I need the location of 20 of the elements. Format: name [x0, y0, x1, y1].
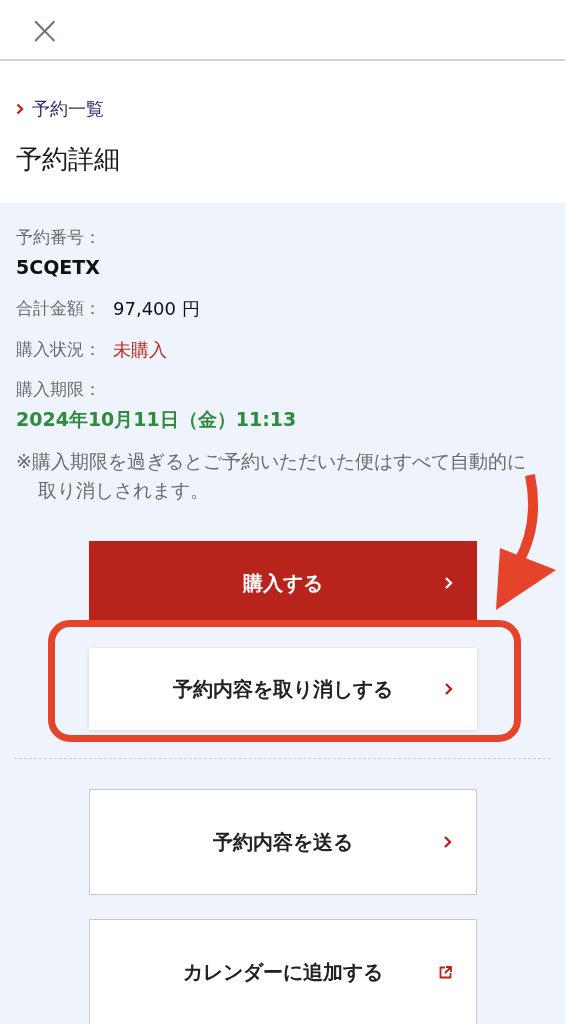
action-button[interactable]: 予約内容を取り消しする — [89, 648, 477, 730]
action-button[interactable]: カレンダーに追加する — [89, 919, 477, 1024]
field-value: 5CQETX — [16, 254, 101, 280]
action-button[interactable]: 予約内容を送る — [89, 789, 477, 895]
external-link-icon — [439, 965, 452, 979]
field-label: 予約番号： — [16, 226, 102, 249]
close-button[interactable]: × — [28, 9, 62, 50]
notice-text: ※購入期限を過ぎるとご予約いただいた便はすべて自動的に取り消しされます。 — [16, 449, 527, 503]
chevron-icon — [444, 682, 453, 696]
chevron-icon — [16, 102, 24, 115]
breadcrumb-link[interactable]: 予約一覧 — [16, 95, 549, 122]
page-title: 予約詳細 — [16, 143, 121, 176]
field-label: 合計金額： — [16, 296, 101, 320]
field-label: 購入状況： — [16, 337, 101, 361]
field-value: 未購入 — [113, 338, 167, 362]
field-value: 97,400 円 — [113, 297, 200, 321]
chevron-icon — [443, 835, 452, 849]
field-label: 購入期限： — [16, 378, 102, 401]
chevron-icon — [444, 576, 453, 590]
field-value: 2024年10月11日（金）11:13 — [16, 406, 298, 432]
